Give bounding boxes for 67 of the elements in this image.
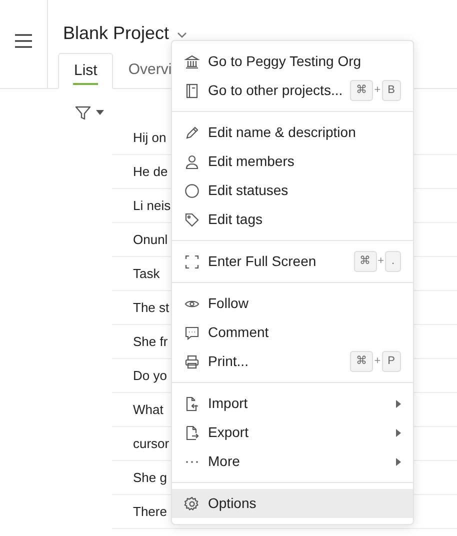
menu-item[interactable]: Edit name & description: [172, 118, 413, 147]
tag-icon: [184, 212, 200, 228]
menu-item-label: Follow: [208, 294, 250, 313]
task-title: The st: [133, 298, 170, 317]
menu-item[interactable]: Go to other projects... ⌘ + B: [172, 76, 413, 105]
chevron-down-icon[interactable]: [177, 32, 188, 38]
menu-item-label: Comment: [208, 323, 270, 342]
task-title: She fr: [133, 332, 168, 351]
file-export-icon: [184, 424, 200, 440]
menu-item-label: Enter Full Screen: [208, 252, 318, 271]
plus-sign: +: [378, 254, 384, 270]
menu-item[interactable]: Export: [172, 418, 413, 447]
caret-icon[interactable]: [96, 110, 104, 115]
task-title: Onunl: [133, 230, 168, 249]
project-title: Blank Project: [63, 22, 170, 45]
task-title: What: [133, 400, 164, 419]
menu-item-label: Edit members: [208, 152, 296, 171]
menu-item[interactable]: Comment: [172, 318, 413, 347]
task-title: There: [133, 502, 167, 521]
task-title: Li neis: [133, 196, 171, 215]
gear-icon: [184, 496, 200, 512]
menu-item[interactable]: Edit members: [172, 147, 413, 176]
task-title: Task: [133, 264, 160, 283]
key-cap: P: [382, 351, 401, 372]
menu-item[interactable]: More: [172, 447, 413, 476]
menu-item-label: Edit tags: [208, 210, 264, 229]
key-cap: ⌘: [350, 80, 374, 101]
task-title: He de: [133, 162, 168, 181]
menu-item-label: Options: [208, 494, 258, 513]
notebook-icon: [184, 82, 200, 98]
pencil-icon: [184, 124, 200, 140]
tab[interactable]: List: [58, 53, 114, 89]
menu-item-label: Import: [208, 394, 249, 413]
menu-item-label: Export: [208, 423, 250, 442]
speech-bubble-icon: [184, 324, 200, 340]
menu-item[interactable]: Options: [172, 489, 413, 518]
filter-icon[interactable]: [75, 104, 91, 120]
task-title: Do yo: [133, 366, 167, 385]
menu-item-label: Go to Peggy Testing Org: [208, 52, 362, 71]
task-title: She g: [133, 468, 167, 487]
menu-item-label: Print...: [208, 352, 250, 371]
menu-item[interactable]: Follow: [172, 289, 413, 318]
menu-item[interactable]: Edit statuses: [172, 176, 413, 205]
fullscreen-icon: [184, 254, 200, 270]
person-icon: [184, 154, 200, 170]
printer-icon: [184, 354, 200, 370]
task-title: cursor: [133, 434, 170, 453]
circle-icon: [184, 182, 200, 198]
task-title: Hij on: [133, 128, 166, 147]
menu-item[interactable]: Edit tags: [172, 205, 413, 234]
menu-item-label: Go to other projects...: [208, 81, 344, 100]
plus-sign: +: [374, 83, 381, 98]
key-cap: .: [385, 251, 401, 272]
menu-icon[interactable]: [15, 34, 32, 48]
plus-sign: +: [374, 354, 381, 370]
bank-icon: [184, 54, 200, 70]
menu-item-label: Edit name & description: [208, 123, 357, 142]
key-cap: ⌘: [354, 251, 377, 272]
menu-item[interactable]: Enter Full Screen ⌘ + .: [172, 247, 413, 276]
menu-item-label: Edit statuses: [208, 181, 290, 200]
menu-item[interactable]: Go to Peggy Testing Org: [172, 47, 413, 76]
menu-item[interactable]: Print... ⌘ + P: [172, 347, 413, 376]
menu-item[interactable]: Import: [172, 389, 413, 418]
key-cap: B: [382, 80, 401, 101]
menu-item-label: More: [208, 452, 241, 471]
key-cap: ⌘: [350, 351, 374, 372]
file-import-icon: [184, 396, 200, 412]
